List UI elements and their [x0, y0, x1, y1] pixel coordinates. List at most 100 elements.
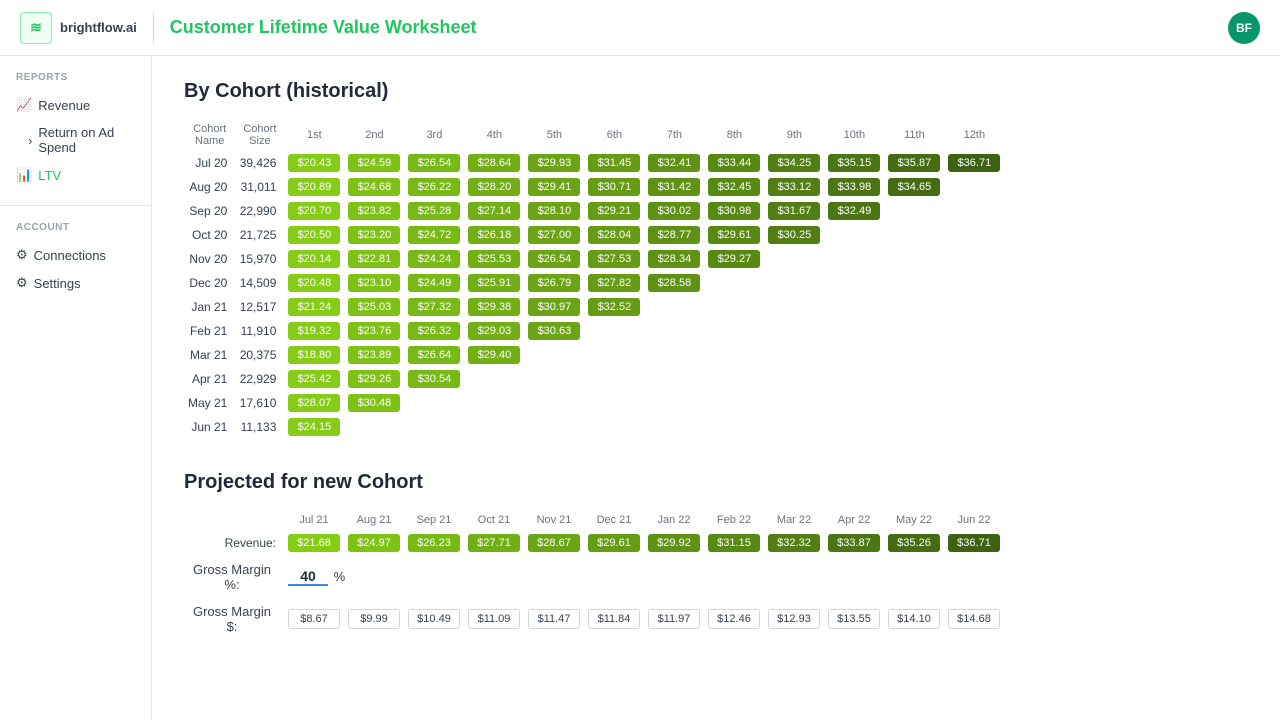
cohort-value-cell [524, 391, 584, 415]
cohort-value-cell: $33.12 [764, 175, 824, 199]
sidebar-item-label: Return on Ad Spend [38, 125, 135, 155]
cohort-value-cell: $25.53 [464, 247, 524, 271]
cohort-value-cell: $32.52 [584, 295, 644, 319]
sidebar-item-label: Settings [34, 276, 81, 291]
cohort-value-cell: $28.58 [644, 271, 704, 295]
account-label: ACCOUNT [0, 205, 151, 241]
cohort-value-cell [884, 247, 944, 271]
sidebar-item-connections[interactable]: ⚙ Connections [0, 241, 151, 269]
cohort-value-cell [824, 247, 884, 271]
logo-text: brightflow.ai [60, 20, 137, 35]
cohort-value-cell: $29.03 [464, 319, 524, 343]
cohort-value-cell: $23.20 [344, 223, 404, 247]
cohort-value-cell: $23.76 [344, 319, 404, 343]
cohort-value-cell: $36.71 [944, 151, 1004, 175]
cohort-value-cell: $30.02 [644, 199, 704, 223]
gm-dollar-value-cell: $14.68 [944, 598, 1004, 640]
cohort-value-cell [764, 367, 824, 391]
cohort-value-cell: $28.20 [464, 175, 524, 199]
cohort-name-cell: Jun 21 [184, 415, 235, 439]
cohort-value-cell: $28.10 [524, 199, 584, 223]
cohort-size-cell: 12,517 [235, 295, 284, 319]
col-5th: 5th [524, 119, 584, 151]
cohort-value-cell [644, 319, 704, 343]
cohort-name-cell: Nov 20 [184, 247, 235, 271]
cohort-value-cell [704, 271, 764, 295]
cohort-value-cell: $26.22 [404, 175, 464, 199]
cohort-size-cell: 21,725 [235, 223, 284, 247]
cohort-value-cell: $24.72 [404, 223, 464, 247]
cohort-value-cell [884, 199, 944, 223]
cohort-value-cell: $27.14 [464, 199, 524, 223]
proj-col-mar22: Mar 22 [764, 510, 824, 530]
cohort-value-cell: $29.41 [524, 175, 584, 199]
cohort-value-cell [644, 391, 704, 415]
cohort-value-cell [704, 295, 764, 319]
cohort-size-cell: 11,133 [235, 415, 284, 439]
gm-pct-input[interactable] [288, 568, 328, 586]
table-row: Nov 2015,970$20.14$22.81$24.24$25.53$26.… [184, 247, 1004, 271]
cohort-value-cell: $20.48 [284, 271, 344, 295]
proj-col-aug21: Aug 21 [344, 510, 404, 530]
gm-dollar-value-cell: $12.93 [764, 598, 824, 640]
gm-dollar-value-cell: $13.55 [824, 598, 884, 640]
gm-pct-symbol: % [328, 569, 345, 584]
cohort-value-cell: $31.67 [764, 199, 824, 223]
proj-col-nov21: Nov 21 [524, 510, 584, 530]
revenue-value-cell: $28.67 [524, 530, 584, 556]
cohort-value-cell [464, 415, 524, 439]
cohort-value-cell [704, 391, 764, 415]
cohort-value-cell [764, 247, 824, 271]
cohort-value-cell: $35.15 [824, 151, 884, 175]
table-row: May 2117,610$28.07$30.48 [184, 391, 1004, 415]
gear-icon: ⚙ [16, 275, 28, 291]
cohort-value-cell [584, 415, 644, 439]
cohort-size-cell: 15,970 [235, 247, 284, 271]
cohort-value-cell: $34.65 [884, 175, 944, 199]
cohort-value-cell [824, 415, 884, 439]
cohort-value-cell [464, 391, 524, 415]
connect-icon: ⚙ [16, 247, 28, 263]
cohort-name-cell: May 21 [184, 391, 235, 415]
cohort-value-cell [884, 223, 944, 247]
cohort-value-cell: $29.27 [704, 247, 764, 271]
cohort-value-cell [884, 343, 944, 367]
cohort-value-cell: $24.49 [404, 271, 464, 295]
proj-col-jun22: Jun 22 [944, 510, 1004, 530]
cohort-value-cell [944, 319, 1004, 343]
cohort-value-cell: $20.70 [284, 199, 344, 223]
gm-dollar-value-cell: $8.67 [284, 598, 344, 640]
cohort-name-cell: Aug 20 [184, 175, 235, 199]
revenue-value-cell: $33.87 [824, 530, 884, 556]
sidebar-item-ltv[interactable]: 📊 LTV [0, 161, 151, 189]
cohort-size-cell: 11,910 [235, 319, 284, 343]
table-row: Apr 2122,929$25.42$29.26$30.54 [184, 367, 1004, 391]
cohort-name-cell: Feb 21 [184, 319, 235, 343]
cohort-value-cell [884, 367, 944, 391]
cohort-value-cell [644, 367, 704, 391]
main-content: By Cohort (historical) CohortName Cohort… [152, 56, 1280, 720]
sidebar-item-roas[interactable]: › Return on Ad Spend [0, 119, 151, 161]
cohort-value-cell [944, 271, 1004, 295]
cohort-value-cell: $30.97 [524, 295, 584, 319]
cohort-value-cell [704, 343, 764, 367]
proj-empty-header [184, 510, 284, 530]
historical-table: CohortName CohortSize 1st 2nd 3rd 4th 5t… [184, 119, 1004, 439]
cohort-value-cell [764, 391, 824, 415]
sidebar-item-revenue[interactable]: 📈 Revenue [0, 91, 151, 119]
proj-col-feb22: Feb 22 [704, 510, 764, 530]
sidebar-item-settings[interactable]: ⚙ Settings [0, 269, 151, 297]
cohort-size-cell: 22,990 [235, 199, 284, 223]
proj-col-may22: May 22 [884, 510, 944, 530]
table-row: Jun 2111,133$24.15 [184, 415, 1004, 439]
cohort-value-cell [944, 247, 1004, 271]
col-10th: 10th [824, 119, 884, 151]
col-1st: 1st [284, 119, 344, 151]
cohort-value-cell [404, 415, 464, 439]
cohort-value-cell [344, 415, 404, 439]
cohort-value-cell [884, 319, 944, 343]
cohort-value-cell: $29.26 [344, 367, 404, 391]
cohort-value-cell: $29.40 [464, 343, 524, 367]
cohort-value-cell [644, 415, 704, 439]
cohort-value-cell: $28.07 [284, 391, 344, 415]
